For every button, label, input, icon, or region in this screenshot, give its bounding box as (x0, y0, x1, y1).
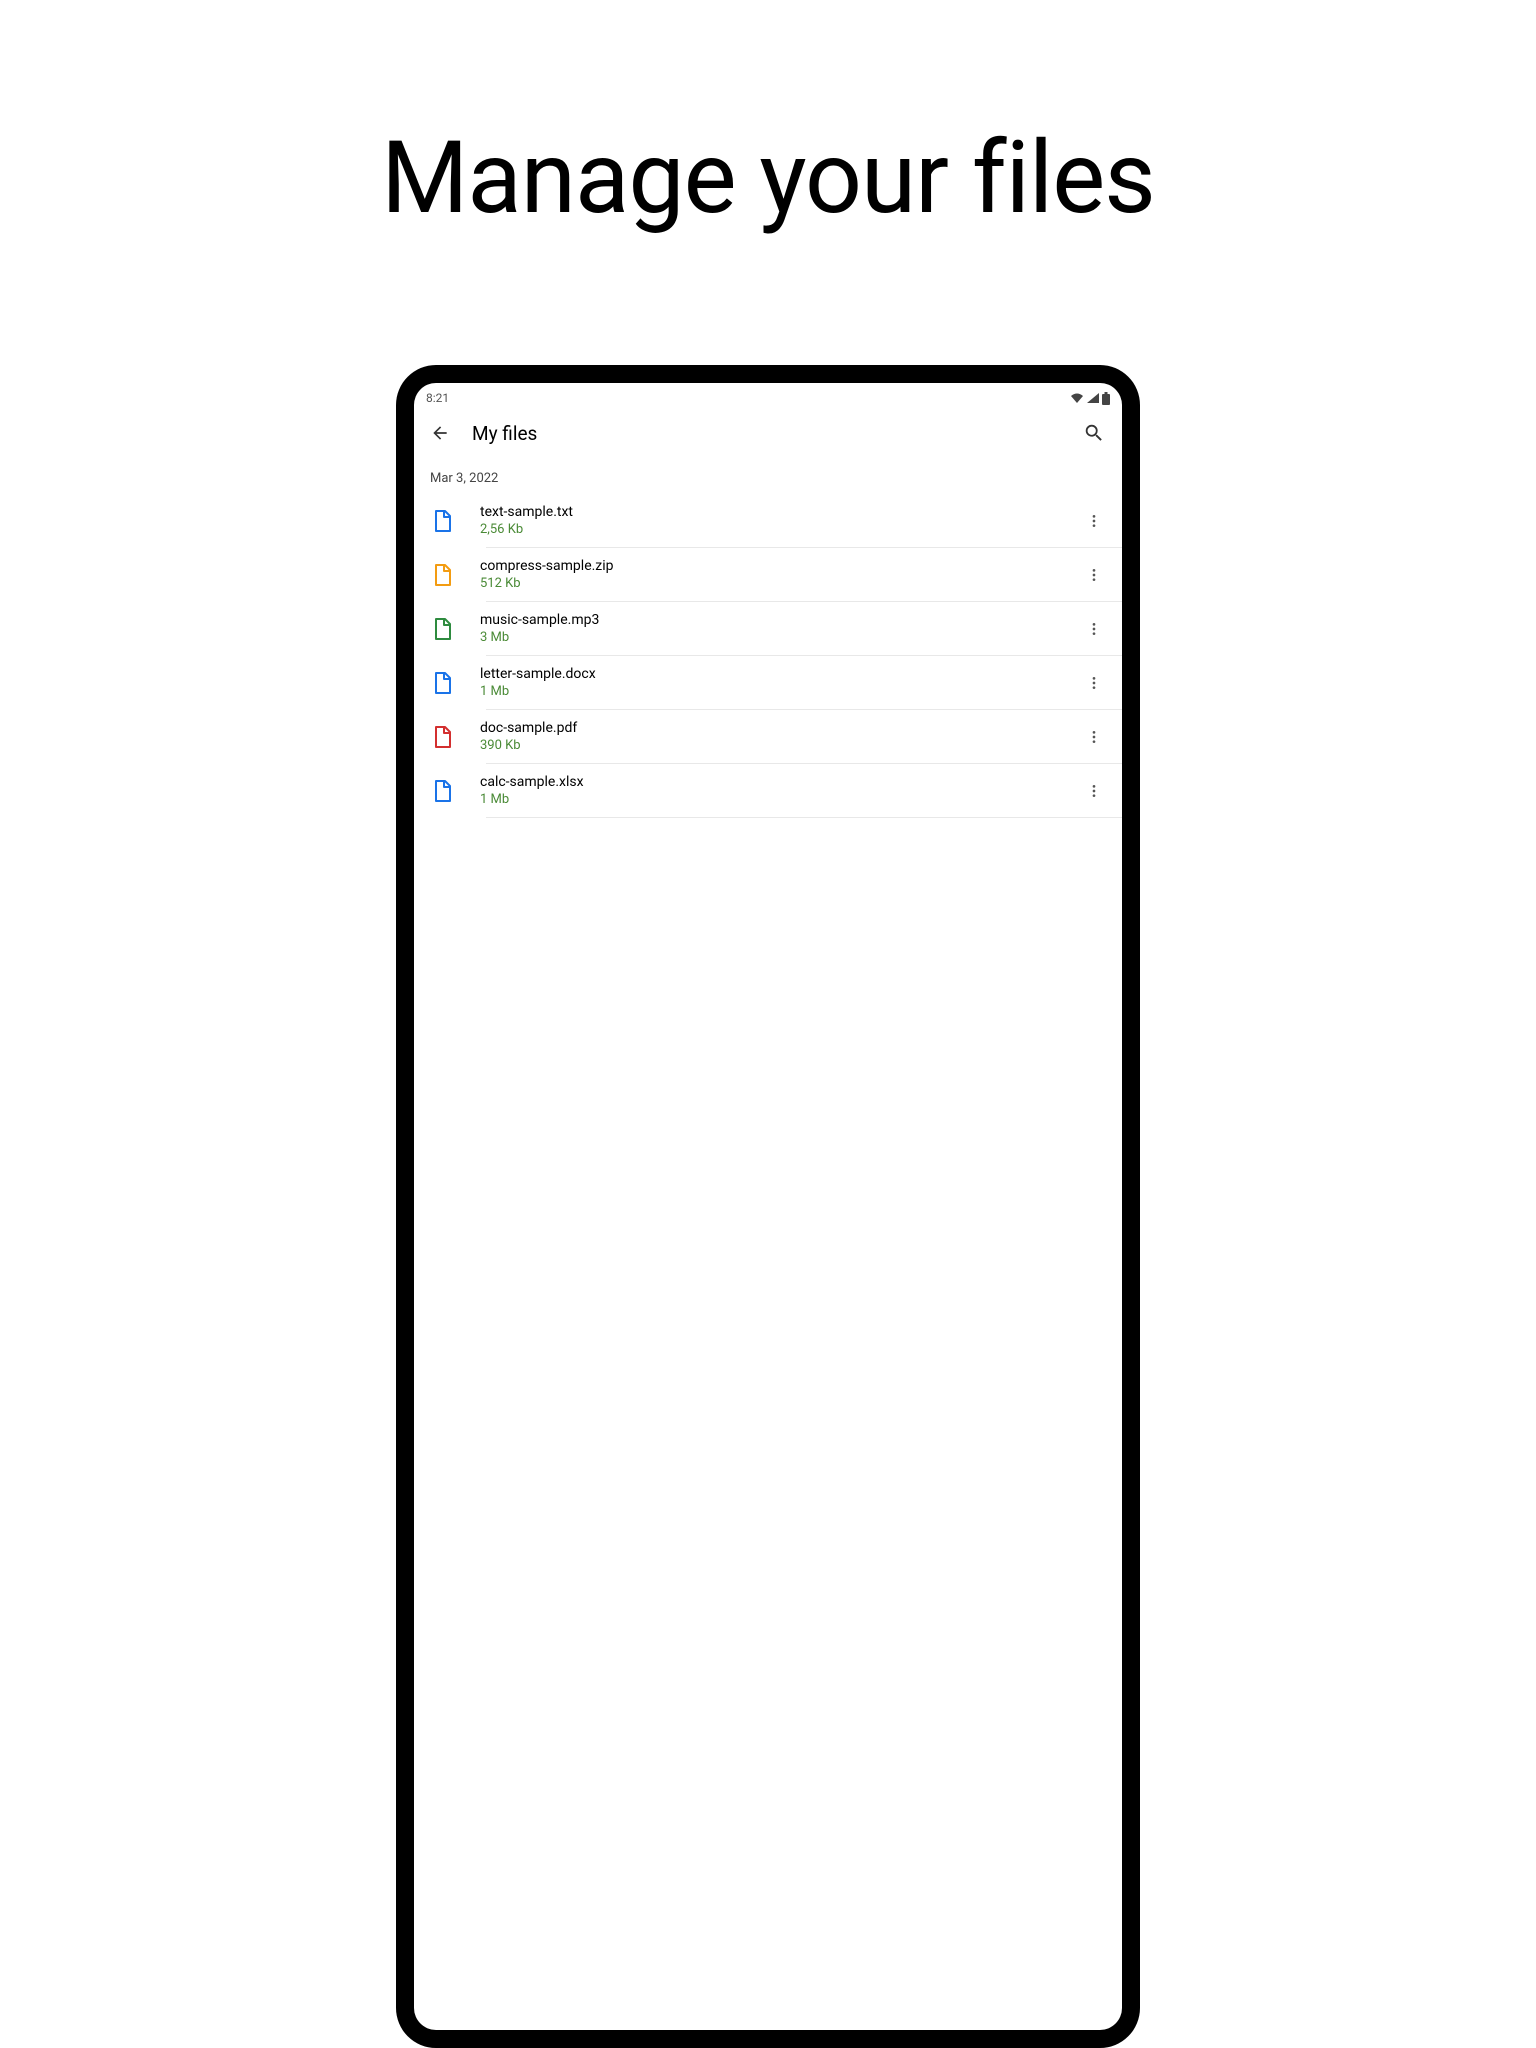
file-info: text-sample.txt 2,56 Kb (480, 504, 1056, 537)
search-button[interactable] (1082, 421, 1106, 445)
file-size: 1 Mb (480, 684, 1056, 699)
more-button[interactable] (1082, 617, 1106, 641)
file-icon (430, 563, 454, 587)
more-vert-icon (1086, 513, 1102, 529)
file-row[interactable]: doc-sample.pdf 390 Kb (414, 710, 1122, 763)
page-headline: Manage your files (0, 0, 1536, 237)
back-button[interactable] (430, 423, 450, 443)
file-name: letter-sample.docx (480, 666, 1056, 682)
more-button[interactable] (1082, 725, 1106, 749)
more-vert-icon (1086, 621, 1102, 637)
file-size: 390 Kb (480, 738, 1056, 753)
app-bar: My files (414, 407, 1122, 459)
file-size: 512 Kb (480, 576, 1056, 591)
app-title: My files (472, 422, 1060, 445)
wifi-icon (1070, 392, 1084, 404)
divider (486, 817, 1122, 818)
file-icon (430, 509, 454, 533)
file-info: letter-sample.docx 1 Mb (480, 666, 1056, 699)
file-list: text-sample.txt 2,56 Kb compress-sample.zi… (414, 494, 1122, 818)
file-icon (430, 779, 454, 803)
file-name: compress-sample.zip (480, 558, 1056, 574)
more-vert-icon (1086, 783, 1102, 799)
date-header: Mar 3, 2022 (414, 459, 1122, 494)
status-bar: 8:21 (414, 383, 1122, 407)
status-time: 8:21 (426, 391, 449, 405)
arrow-back-icon (430, 423, 450, 443)
more-button[interactable] (1082, 671, 1106, 695)
status-icons (1070, 392, 1110, 405)
file-row[interactable]: compress-sample.zip 512 Kb (414, 548, 1122, 601)
more-vert-icon (1086, 675, 1102, 691)
file-row[interactable]: calc-sample.xlsx 1 Mb (414, 764, 1122, 817)
tablet-frame: 8:21 My files Mar 3, 2022 text-sample.tx… (396, 365, 1140, 2048)
more-button[interactable] (1082, 563, 1106, 587)
file-name: text-sample.txt (480, 504, 1056, 520)
file-icon (430, 617, 454, 641)
file-icon (430, 725, 454, 749)
file-icon (430, 671, 454, 695)
tablet-screen: 8:21 My files Mar 3, 2022 text-sample.tx… (414, 383, 1122, 2030)
file-size: 2,56 Kb (480, 522, 1056, 537)
file-name: music-sample.mp3 (480, 612, 1056, 628)
file-size: 3 Mb (480, 630, 1056, 645)
file-info: compress-sample.zip 512 Kb (480, 558, 1056, 591)
file-name: doc-sample.pdf (480, 720, 1056, 736)
file-row[interactable]: text-sample.txt 2,56 Kb (414, 494, 1122, 547)
file-info: music-sample.mp3 3 Mb (480, 612, 1056, 645)
file-info: calc-sample.xlsx 1 Mb (480, 774, 1056, 807)
more-button[interactable] (1082, 779, 1106, 803)
file-name: calc-sample.xlsx (480, 774, 1056, 790)
file-info: doc-sample.pdf 390 Kb (480, 720, 1056, 753)
file-size: 1 Mb (480, 792, 1056, 807)
file-row[interactable]: music-sample.mp3 3 Mb (414, 602, 1122, 655)
more-vert-icon (1086, 567, 1102, 583)
file-row[interactable]: letter-sample.docx 1 Mb (414, 656, 1122, 709)
battery-icon (1102, 392, 1110, 405)
more-button[interactable] (1082, 509, 1106, 533)
more-vert-icon (1086, 729, 1102, 745)
signal-icon (1086, 392, 1100, 404)
search-icon (1083, 422, 1105, 444)
